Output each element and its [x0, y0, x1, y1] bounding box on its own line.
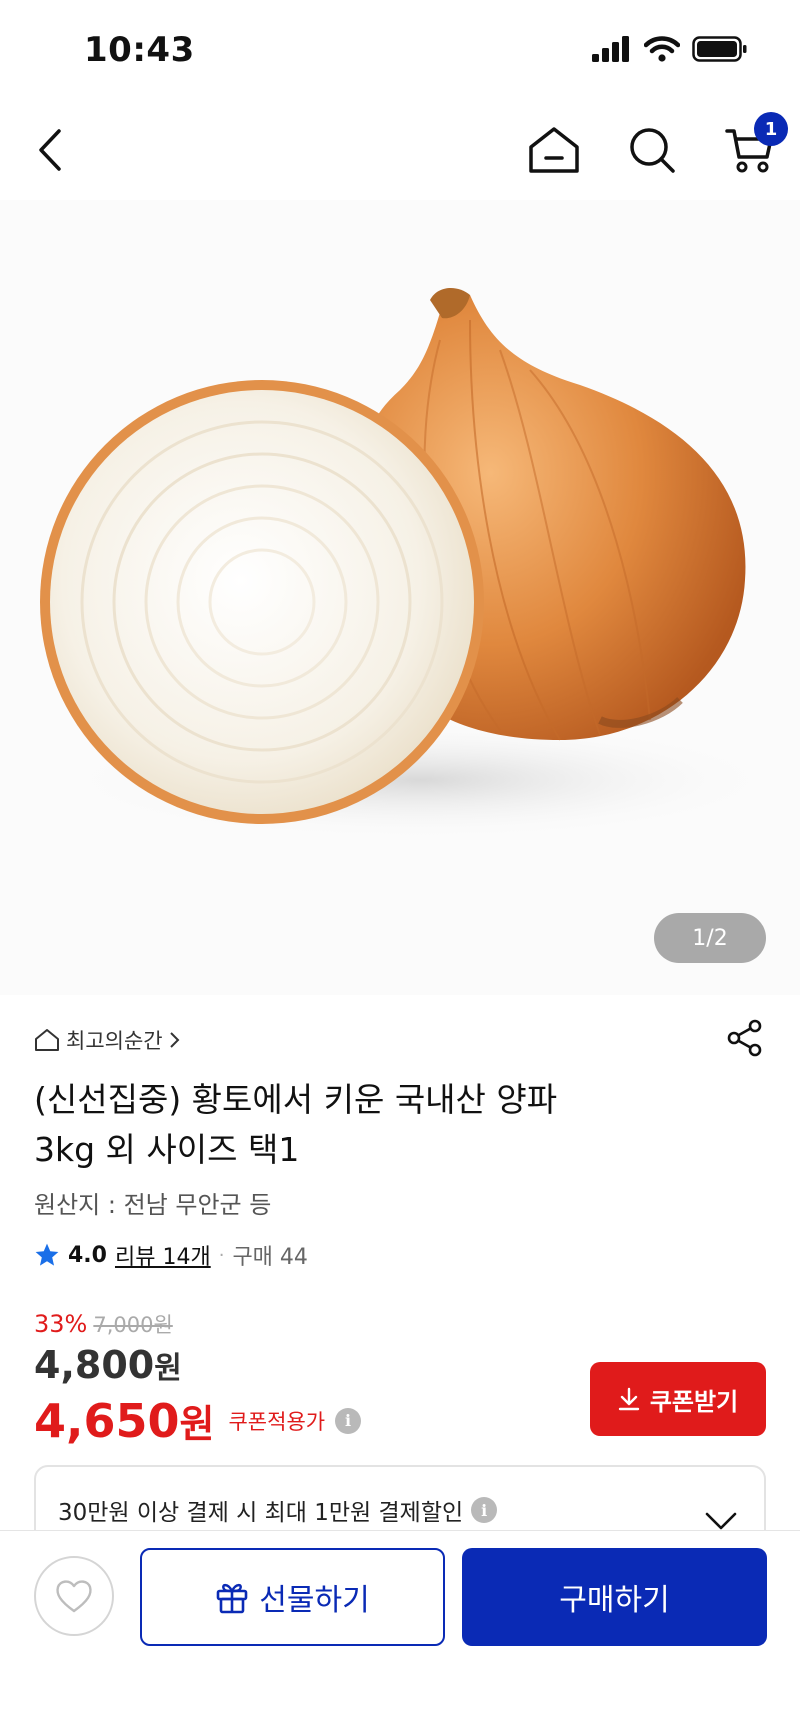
back-button[interactable]	[14, 114, 86, 186]
separator-dot: ·	[218, 1244, 225, 1266]
battery-icon	[692, 36, 747, 62]
payment-benefit: 30만원 이상 결제 시 최대 1만원 결제할인 i	[58, 1493, 498, 1527]
wifi-icon	[644, 36, 680, 62]
rating-row: 4.0 리뷰 14개 · 구매 44	[34, 1239, 308, 1271]
original-price: 7,000원	[93, 1313, 173, 1337]
sale-price-amount: 4,800	[34, 1343, 155, 1387]
bottom-action-bar: 선물하기 구매하기	[0, 1530, 800, 1731]
discount-row: 33% 7,000원	[34, 1309, 173, 1339]
nav-bar: 1	[0, 100, 800, 200]
status-icons	[592, 36, 748, 62]
brand-link[interactable]: 최고의순간	[34, 1025, 181, 1055]
buy-button[interactable]: 구매하기	[462, 1548, 767, 1646]
product-title: (신선집중) 황토에서 키운 국내산 양파 3kg 외 사이즈 택1	[34, 1075, 674, 1175]
gift-label: 선물하기	[259, 1583, 370, 1618]
cart-button[interactable]: 1	[714, 112, 788, 186]
product-image-carousel[interactable]: 1/2	[0, 200, 800, 995]
home-button[interactable]	[518, 114, 590, 186]
get-coupon-button[interactable]: 쿠폰받기	[590, 1362, 766, 1436]
download-icon	[618, 1387, 640, 1411]
chevron-down-icon[interactable]	[704, 1511, 738, 1531]
sale-price: 4,800원	[34, 1343, 182, 1387]
status-time: 10:43	[84, 30, 195, 70]
onion-image	[40, 288, 780, 840]
coupon-price-unit: 원	[179, 1402, 215, 1446]
heart-icon	[56, 1580, 92, 1613]
sale-price-unit: 원	[154, 1351, 182, 1386]
buy-label: 구매하기	[559, 1583, 670, 1618]
chevron-left-icon	[39, 129, 61, 171]
status-bar: 10:43	[0, 0, 800, 100]
info-icon[interactable]: i	[471, 1497, 498, 1523]
home-icon	[35, 1029, 59, 1051]
payment-benefit-text: 30만원 이상 결제 시 최대 1만원 결제할인	[58, 1500, 464, 1526]
gift-button[interactable]: 선물하기	[140, 1548, 445, 1646]
product-title-line1: (신선집중) 황토에서 키운 국내산 양파	[34, 1080, 558, 1119]
review-link[interactable]: 리뷰 14개	[115, 1239, 211, 1271]
search-button[interactable]	[616, 114, 688, 186]
share-icon	[727, 1019, 762, 1057]
rating-score: 4.0	[68, 1242, 107, 1268]
product-origin: 원산지 : 전남 무안군 등	[34, 1191, 272, 1219]
discount-rate: 33%	[34, 1310, 88, 1338]
wishlist-button[interactable]	[34, 1556, 114, 1636]
purchase-count: 구매 44	[232, 1245, 308, 1270]
image-page-indicator: 1/2	[654, 913, 766, 963]
brand-name: 최고의순간	[66, 1029, 163, 1053]
cart-count-badge: 1	[754, 112, 788, 146]
product-title-line2: 3kg 외 사이즈 택1	[34, 1130, 300, 1169]
home-icon	[529, 127, 579, 173]
info-icon[interactable]: i	[335, 1407, 362, 1434]
signal-icon	[592, 36, 629, 62]
coupon-price-label: 쿠폰적용가	[228, 1409, 326, 1434]
get-coupon-label: 쿠폰받기	[649, 1387, 739, 1416]
share-button[interactable]	[720, 1013, 770, 1063]
chevron-right-icon	[169, 1032, 180, 1048]
coupon-price: 4,650원 쿠폰적용가 i	[34, 1393, 362, 1448]
gift-icon	[216, 1583, 248, 1614]
coupon-price-number: 4,650	[34, 1394, 180, 1448]
star-icon	[35, 1243, 59, 1266]
search-icon	[630, 128, 675, 173]
coupon-price-amount: 4,650원	[34, 1393, 214, 1448]
